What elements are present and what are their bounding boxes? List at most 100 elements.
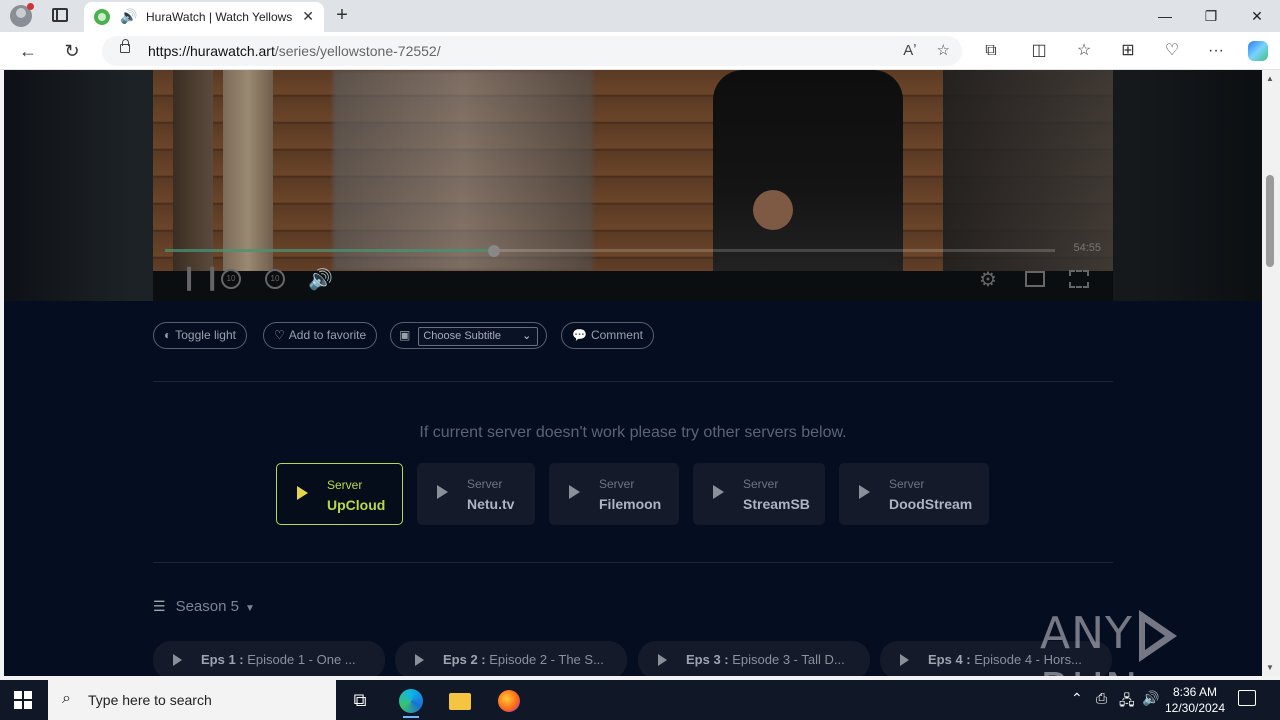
clock-date: 12/30/2024 [1164,701,1226,715]
volume-icon[interactable]: 🔊 [308,267,333,292]
toggle-light-label: Toggle light [175,328,236,342]
episode-item[interactable]: Eps 3 : Episode 3 - Tall D... [638,641,870,676]
new-tab-button[interactable]: + [330,3,354,27]
maximize-button[interactable]: ❐ [1188,0,1234,32]
browser-essentials-icon[interactable]: ♡ [1160,39,1184,63]
edge-taskbar-icon[interactable] [397,686,425,718]
more-menu-icon[interactable]: ··· [1204,39,1228,63]
search-icon: ⌕ [62,690,71,707]
pause-icon[interactable]: ❙❙ [179,263,225,292]
split-screen-icon[interactable]: ◫ [1027,39,1051,63]
back-arrow-icon[interactable]: ← [14,38,42,64]
lock-icon[interactable] [120,39,130,53]
close-window-button[interactable]: ✕ [1234,0,1280,32]
notifications-icon[interactable] [1238,690,1256,706]
episode-text: Eps 2 : Episode 2 - The S... [443,641,613,676]
profile-avatar[interactable] [10,3,34,27]
device-icon[interactable]: ⎙ [1096,690,1107,707]
favorites-icon[interactable]: ☆ [1072,39,1096,63]
subtitle-control: ▣ Choose Subtitle ⌄ [390,322,548,349]
play-icon [173,654,182,666]
forward-10-icon[interactable]: 10 [265,269,285,289]
file-explorer-icon[interactable] [446,686,474,714]
tab-title: HuraWatch | Watch Yellowstone [146,10,292,24]
fullscreen-icon[interactable] [1069,270,1089,288]
add-favorite-button[interactable]: ♡ Add to favorite [263,322,378,349]
tab-hurawatch[interactable]: 🔊 HuraWatch | Watch Yellowstone ✕ [84,2,324,32]
list-icon: ☰ [153,598,166,614]
system-clock[interactable]: 8:36 AM 12/30/2024 [1160,684,1230,716]
taskbar-search[interactable]: ⌕ Type here to search [48,680,336,720]
progress-handle[interactable] [488,245,501,257]
episode-number: Eps 3 : [686,652,729,667]
scroll-down-icon[interactable]: ▼ [1266,663,1274,672]
favorite-star-icon[interactable]: ☆ [937,42,950,59]
windows-start-icon[interactable] [14,691,32,709]
add-favorite-label: Add to favorite [288,328,367,342]
read-aloud-icon[interactable]: Aʼ [903,42,916,59]
episode-text: Eps 1 : Episode 1 - One ... [201,641,371,676]
rewind-10-icon[interactable]: 10 [221,269,241,289]
address-toolbar: ← ↻ https://hurawatch.art/series/yellows… [0,32,1280,70]
episode-number: Eps 4 : [928,652,971,667]
season-label: Season 5 [175,598,239,615]
minimize-button[interactable]: — [1142,0,1188,32]
video-frame[interactable] [153,70,1113,271]
url-bar[interactable]: https://hurawatch.art/series/yellowstone… [102,36,962,66]
browser-titlebar: 🔊 HuraWatch | Watch Yellowstone ✕ + — ❐ … [0,0,1280,32]
picture-in-picture-icon[interactable] [1025,271,1045,287]
comment-label: Comment [590,328,643,342]
firefox-taskbar-icon[interactable] [495,686,523,714]
edge-icon [399,689,423,714]
copilot-icon[interactable] [1248,41,1268,61]
video-scene-element [713,70,903,271]
tab-actions-icon[interactable] [52,8,68,22]
speech-bubble-icon: 💬 [572,328,587,342]
episode-title: Episode 2 - The S... [489,652,604,667]
chevron-up-icon[interactable]: ⌃ [1071,690,1083,707]
search-placeholder: Type here to search [88,692,212,708]
volume-tray-icon[interactable]: 🔊 [1142,690,1159,707]
comment-button[interactable]: 💬 Comment [561,322,654,349]
play-icon [900,654,909,666]
play-icon [437,485,448,499]
speaker-icon[interactable]: 🔊 [120,8,137,25]
network-icon[interactable]: 🖧 [1119,690,1135,714]
task-view-icon[interactable]: ⧉ [346,686,374,714]
play-icon [415,654,424,666]
page-scrollbar[interactable]: ▲ ▼ [1262,70,1280,676]
server-name: DoodStream [889,496,973,512]
episode-number: Eps 2 : [443,652,486,667]
scroll-up-icon[interactable]: ▲ [1266,74,1274,83]
server-netu[interactable]: Server Netu.tv [417,463,535,525]
scroll-thumb[interactable] [1266,175,1274,267]
server-streamsb[interactable]: Server StreamSB [693,463,825,525]
url-text[interactable]: https://hurawatch.art/series/yellowstone… [148,43,441,59]
play-icon [569,485,580,499]
subtitle-select[interactable]: Choose Subtitle ⌄ [418,327,539,346]
collections-icon[interactable]: ⊞ [1116,39,1140,63]
server-label: Server [889,477,925,491]
subtitle-select-value: Choose Subtitle [423,330,502,342]
anyrun-watermark: ANY RUN [1040,608,1262,676]
server-filemoon[interactable]: Server Filemoon [549,463,679,525]
episode-title: Episode 1 - One ... [247,652,356,667]
tab-close-icon[interactable]: ✕ [302,8,314,25]
episode-item[interactable]: Eps 2 : Episode 2 - The S... [395,641,627,676]
toggle-light-button[interactable]: ◐ Toggle light [153,322,247,349]
play-icon [658,654,667,666]
season-dropdown[interactable]: ☰ Season 5 ▼ [153,598,255,615]
episode-item[interactable]: Eps 1 : Episode 1 - One ... [153,641,385,676]
server-upcloud[interactable]: Server UpCloud [276,463,403,525]
half-circle-icon: ◐ [164,328,172,342]
chevron-down-icon: ⌄ [522,330,532,342]
server-doodstream[interactable]: Server DoodStream [839,463,989,525]
episode-title: Episode 3 - Tall D... [732,652,845,667]
notification-dot [27,3,34,10]
refresh-icon[interactable]: ↻ [58,38,86,64]
play-icon [297,486,308,500]
watermark-right: RUN [1040,664,1139,676]
settings-gear-icon[interactable]: ⚙ [979,267,997,292]
progress-bar[interactable] [165,245,1055,257]
extensions-icon[interactable]: ⧉ [979,39,1003,63]
